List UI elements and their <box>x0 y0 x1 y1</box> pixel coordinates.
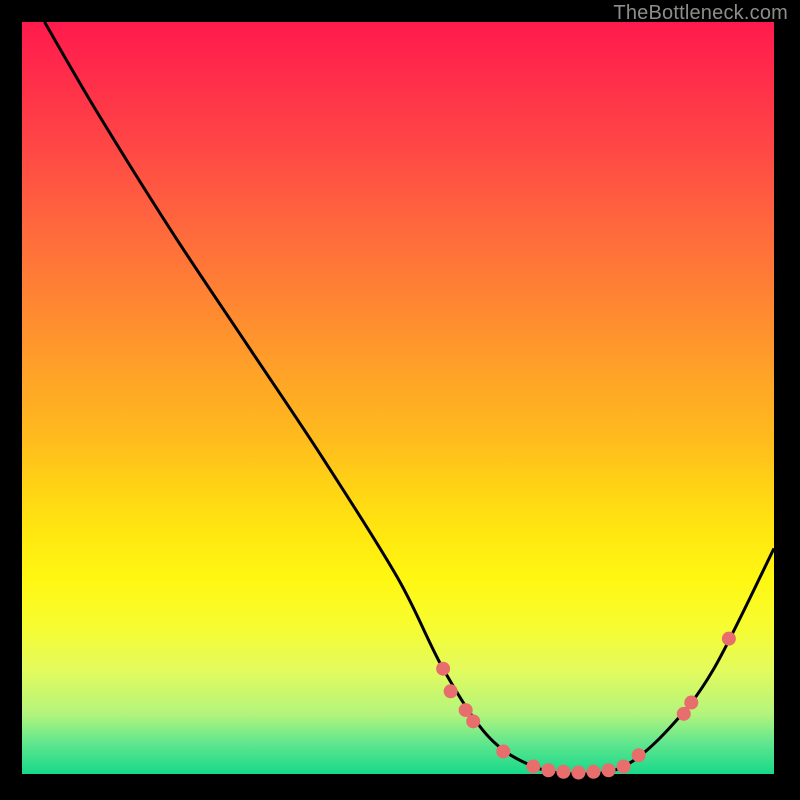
watermark-text: TheBottleneck.com <box>613 2 788 25</box>
gradient-background <box>22 22 774 774</box>
chart-canvas: TheBottleneck.com <box>0 0 800 800</box>
